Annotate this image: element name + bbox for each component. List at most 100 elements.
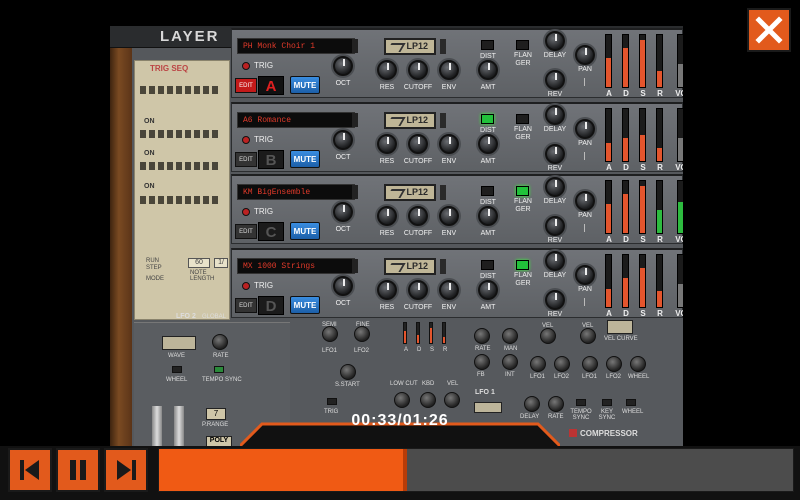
rev-knob[interactable] — [545, 290, 565, 310]
patch-browse-arrows[interactable] — [352, 185, 358, 199]
filter-mode-display[interactable]: LP12 — [384, 112, 436, 129]
seq-row[interactable] — [140, 130, 220, 138]
fx-int-knob[interactable] — [502, 354, 518, 370]
vel-knob-2[interactable] — [580, 328, 596, 344]
adsr-slider[interactable] — [656, 254, 663, 308]
pan-knob[interactable] — [575, 119, 595, 139]
pan-knob[interactable] — [575, 45, 595, 65]
flanger-switch[interactable] — [516, 260, 529, 270]
adsr-slider[interactable] — [605, 108, 612, 162]
video-frame[interactable]: LAYER TRIG SEQ ON ON ON RUN STEP MODE 60… — [110, 26, 683, 446]
adsr-slider[interactable] — [622, 180, 629, 234]
edit-button[interactable]: EDIT — [235, 78, 257, 93]
lfo1-tempo-sync-switch[interactable] — [576, 399, 586, 406]
length-value[interactable]: 1/ — [214, 258, 228, 268]
res-knob[interactable] — [377, 134, 397, 154]
adsr-slider[interactable] — [639, 254, 646, 308]
oct-knob[interactable] — [333, 202, 353, 222]
oct-knob[interactable] — [333, 130, 353, 150]
env-knob[interactable] — [439, 134, 459, 154]
seq-row[interactable] — [140, 196, 220, 204]
lfo1-delay-knob[interactable] — [524, 396, 540, 412]
edit-button[interactable]: EDIT — [235, 298, 257, 313]
layer-letter[interactable]: D — [258, 296, 284, 315]
amt-knob[interactable] — [478, 60, 498, 80]
lfo1-wheel-switch[interactable] — [626, 399, 636, 406]
osc-trig-switch[interactable] — [327, 398, 337, 405]
patch-name-display[interactable]: A6 Romance — [237, 112, 355, 128]
env-knob[interactable] — [439, 280, 459, 300]
vel-knob[interactable] — [540, 328, 556, 344]
flanger-switch[interactable] — [516, 186, 529, 196]
mod-lfo1-knob[interactable] — [530, 356, 546, 372]
skip-back-button[interactable] — [8, 448, 52, 492]
skip-forward-button[interactable] — [104, 448, 148, 492]
progress-handle[interactable] — [402, 449, 407, 491]
dist-switch[interactable] — [481, 186, 494, 196]
filter-mode-arrows[interactable] — [440, 259, 446, 274]
mini-adsr-slider[interactable] — [442, 322, 446, 344]
cutoff-knob[interactable] — [408, 60, 428, 80]
osc-vel-knob[interactable] — [444, 392, 460, 408]
adsr-slider[interactable] — [622, 34, 629, 88]
dist-switch[interactable] — [481, 40, 494, 50]
fx-man-knob[interactable] — [502, 328, 518, 344]
edit-button[interactable]: EDIT — [235, 224, 257, 239]
patch-name-display[interactable]: KM BigEnsemble — [237, 184, 355, 200]
lfo2-tempo-sync-switch[interactable] — [214, 366, 224, 373]
delay-knob[interactable] — [545, 31, 565, 51]
mod-lfo2-knob[interactable] — [554, 356, 570, 372]
rev-knob[interactable] — [545, 144, 565, 164]
flanger-switch[interactable] — [516, 114, 529, 124]
low-cut-knob[interactable] — [394, 392, 410, 408]
filter-mode-display[interactable]: LP12 — [384, 184, 436, 201]
seq-row[interactable] — [140, 86, 220, 94]
mute-button[interactable]: MUTE — [290, 296, 320, 314]
semi-knob[interactable] — [322, 326, 338, 342]
adsr-slider[interactable] — [656, 180, 663, 234]
filter-mode-display[interactable]: LP12 — [384, 258, 436, 275]
rev-knob[interactable] — [545, 216, 565, 236]
res-knob[interactable] — [377, 280, 397, 300]
oct-knob[interactable] — [333, 276, 353, 296]
lfo2-wheel-switch[interactable] — [172, 366, 182, 373]
filter-mode-arrows[interactable] — [440, 39, 446, 54]
env-knob[interactable] — [439, 60, 459, 80]
amt-knob[interactable] — [478, 206, 498, 226]
delay-knob[interactable] — [545, 177, 565, 197]
lfo1-key-sync-switch[interactable] — [602, 399, 612, 406]
edit-button[interactable]: EDIT — [235, 152, 257, 167]
adsr-slider[interactable] — [605, 34, 612, 88]
mini-adsr-slider[interactable] — [416, 322, 420, 344]
patch-name-display[interactable]: MX 1000 Strings — [237, 258, 355, 274]
volume-slider[interactable] — [677, 34, 683, 88]
mini-adsr-slider[interactable] — [403, 322, 407, 344]
flanger-switch[interactable] — [516, 40, 529, 50]
kbd-knob[interactable] — [420, 392, 436, 408]
res-knob[interactable] — [377, 60, 397, 80]
delay-knob[interactable] — [545, 251, 565, 271]
mute-button[interactable]: MUTE — [290, 150, 320, 168]
delay-knob[interactable] — [545, 105, 565, 125]
mute-button[interactable]: MUTE — [290, 222, 320, 240]
mod-wheel-knob[interactable] — [630, 356, 646, 372]
adsr-slider[interactable] — [622, 254, 629, 308]
volume-slider[interactable] — [677, 108, 683, 162]
mini-adsr-slider[interactable] — [429, 322, 433, 344]
filter-mode-arrows[interactable] — [440, 185, 446, 200]
adsr-slider[interactable] — [622, 108, 629, 162]
vel-curve-display[interactable] — [607, 320, 633, 334]
mod-lfo2-knob-2[interactable] — [606, 356, 622, 372]
amt-knob[interactable] — [478, 134, 498, 154]
fx-rate-knob[interactable] — [474, 328, 490, 344]
mute-button[interactable]: MUTE — [290, 76, 320, 94]
dist-switch[interactable] — [481, 260, 494, 270]
progress-bar[interactable] — [158, 448, 794, 492]
pause-button[interactable] — [56, 448, 100, 492]
lfo2-rate-knob[interactable] — [212, 334, 228, 350]
pan-knob[interactable] — [575, 191, 595, 211]
pitch-wheel[interactable] — [152, 406, 162, 446]
trig-led[interactable] — [242, 136, 250, 144]
mod-wheel[interactable] — [174, 406, 184, 446]
adsr-slider[interactable] — [656, 108, 663, 162]
